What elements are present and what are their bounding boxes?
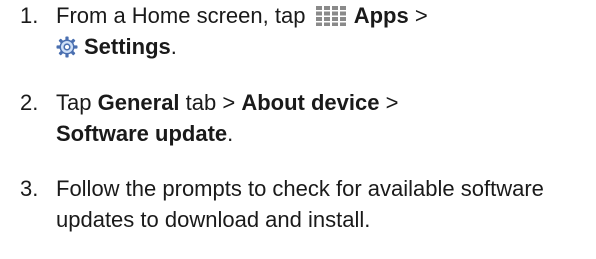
settings-label: Settings xyxy=(84,34,171,59)
apps-grid-icon xyxy=(315,6,346,26)
about-device-label: About device xyxy=(241,90,380,115)
step-1-intro: From a Home screen, tap xyxy=(56,3,306,28)
period: . xyxy=(227,121,234,146)
step-number: 3. xyxy=(20,176,39,201)
general-tab-label: General xyxy=(97,90,180,115)
step-2: 2. Tap General tab > About device > Soft… xyxy=(20,87,596,149)
step-2-tap: Tap xyxy=(56,90,92,115)
step-text: From a Home screen, tap Apps > Settings. xyxy=(56,0,596,62)
instruction-list: 1. From a Home screen, tap Apps > Settin… xyxy=(0,0,596,259)
step-2-tab-text: tab > xyxy=(185,90,236,115)
step-3: 3. Follow the prompts to check for avail… xyxy=(20,173,596,235)
software-update-label: Software update xyxy=(56,121,228,146)
step-text: Follow the prompts to check for availabl… xyxy=(56,176,544,232)
apps-label: Apps xyxy=(353,3,409,28)
step-number: 1. xyxy=(20,3,39,28)
settings-gear-icon xyxy=(56,36,78,58)
separator: > xyxy=(414,3,428,28)
period: . xyxy=(170,34,177,59)
step-1: 1. From a Home screen, tap Apps > Settin… xyxy=(20,0,596,62)
step-number: 2. xyxy=(20,90,39,115)
step-text: Tap General tab > About device > Softwar… xyxy=(56,87,596,149)
separator: > xyxy=(385,90,399,115)
